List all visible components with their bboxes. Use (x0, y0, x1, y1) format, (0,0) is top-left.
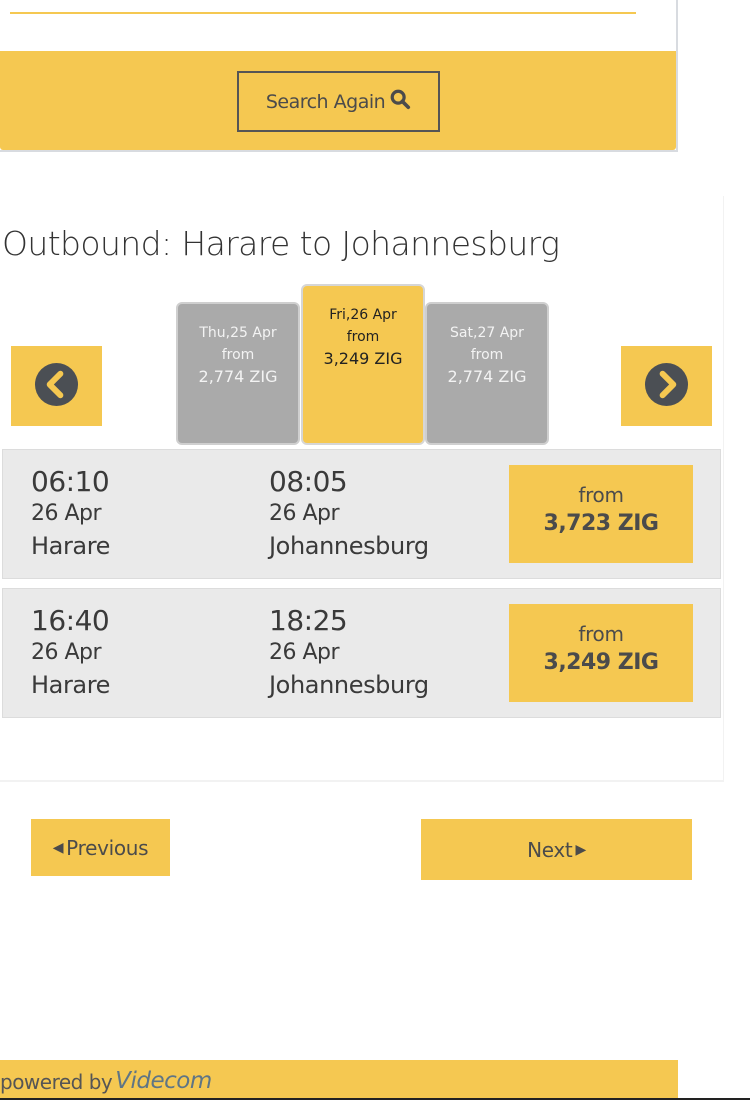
brand-logo[interactable]: Videcom (115, 1068, 212, 1094)
previous-button[interactable]: ◀ Previous (31, 819, 170, 876)
search-panel-footer: Search Again (0, 51, 676, 150)
date-tab-fri-26-apr[interactable]: Fri,26 Apr from 3,249 ZIG (301, 284, 425, 445)
tab-price: 2,774 ZIG (198, 367, 278, 386)
chevron-circle-right-icon (644, 362, 689, 411)
search-panel: Search Again (0, 0, 678, 152)
flight-row[interactable]: 06:10 26 Apr Harare 08:05 26 Apr Johanne… (2, 449, 721, 579)
tab-from-label: from (470, 347, 504, 363)
arrival-time: 18:25 (269, 604, 348, 637)
search-icon (389, 88, 411, 115)
fare-from-label: from (578, 483, 624, 507)
departure-time: 16:40 (31, 604, 110, 637)
tab-from-label: from (346, 329, 380, 345)
divider (10, 12, 636, 14)
departure-time: 06:10 (31, 465, 110, 498)
results-panel: Outbound: Harare to Johannesburg Thu,25 … (0, 196, 724, 782)
search-again-label: Search Again (265, 90, 386, 113)
tab-from-label: from (221, 347, 255, 363)
select-fare-button[interactable]: from 3,723 ZIG (509, 465, 693, 563)
next-button[interactable]: Next ▶ (421, 819, 692, 880)
fare-price: 3,249 ZIG (543, 650, 659, 675)
page-title: Outbound: Harare to Johannesburg (2, 224, 560, 263)
arrival-city: Johannesburg (269, 671, 429, 699)
tab-date: Fri,26 Apr (329, 307, 397, 323)
flight-row[interactable]: 16:40 26 Apr Harare 18:25 26 Apr Johanne… (2, 588, 721, 718)
powered-by-text: powered by (0, 1070, 113, 1094)
previous-label: Previous (66, 835, 149, 860)
departure-city: Harare (31, 532, 111, 560)
date-tab-sat-27-apr[interactable]: Sat,27 Apr from 2,774 ZIG (425, 302, 549, 445)
departure-date: 26 Apr (31, 640, 102, 665)
arrival-info: 08:05 26 Apr Johannesburg (269, 466, 429, 562)
arrival-info: 18:25 26 Apr Johannesburg (269, 605, 429, 701)
fare-from-label: from (578, 622, 624, 646)
arrival-time: 08:05 (269, 465, 348, 498)
fare-price: 3,723 ZIG (543, 511, 659, 536)
arrival-date: 26 Apr (269, 640, 340, 665)
search-again-button[interactable]: Search Again (237, 71, 440, 132)
next-day-button[interactable] (621, 346, 712, 426)
departure-date: 26 Apr (31, 501, 102, 526)
departure-info: 16:40 26 Apr Harare (31, 605, 110, 701)
caret-left-icon: ◀ (52, 839, 64, 856)
departure-city: Harare (31, 671, 111, 699)
tab-price: 3,249 ZIG (323, 349, 403, 368)
arrival-date: 26 Apr (269, 501, 340, 526)
tab-price: 2,774 ZIG (447, 367, 527, 386)
select-fare-button[interactable]: from 3,249 ZIG (509, 604, 693, 702)
tab-date: Thu,25 Apr (199, 325, 277, 341)
date-tab-thu-25-apr[interactable]: Thu,25 Apr from 2,774 ZIG (176, 302, 300, 445)
caret-right-icon: ▶ (575, 841, 586, 858)
previous-day-button[interactable] (11, 346, 102, 426)
chevron-circle-left-icon (34, 362, 79, 411)
powered-by-footer: powered by Videcom (0, 1060, 678, 1098)
next-label: Next (527, 837, 573, 862)
departure-info: 06:10 26 Apr Harare (31, 466, 110, 562)
arrival-city: Johannesburg (269, 532, 429, 560)
tab-date: Sat,27 Apr (450, 325, 524, 341)
